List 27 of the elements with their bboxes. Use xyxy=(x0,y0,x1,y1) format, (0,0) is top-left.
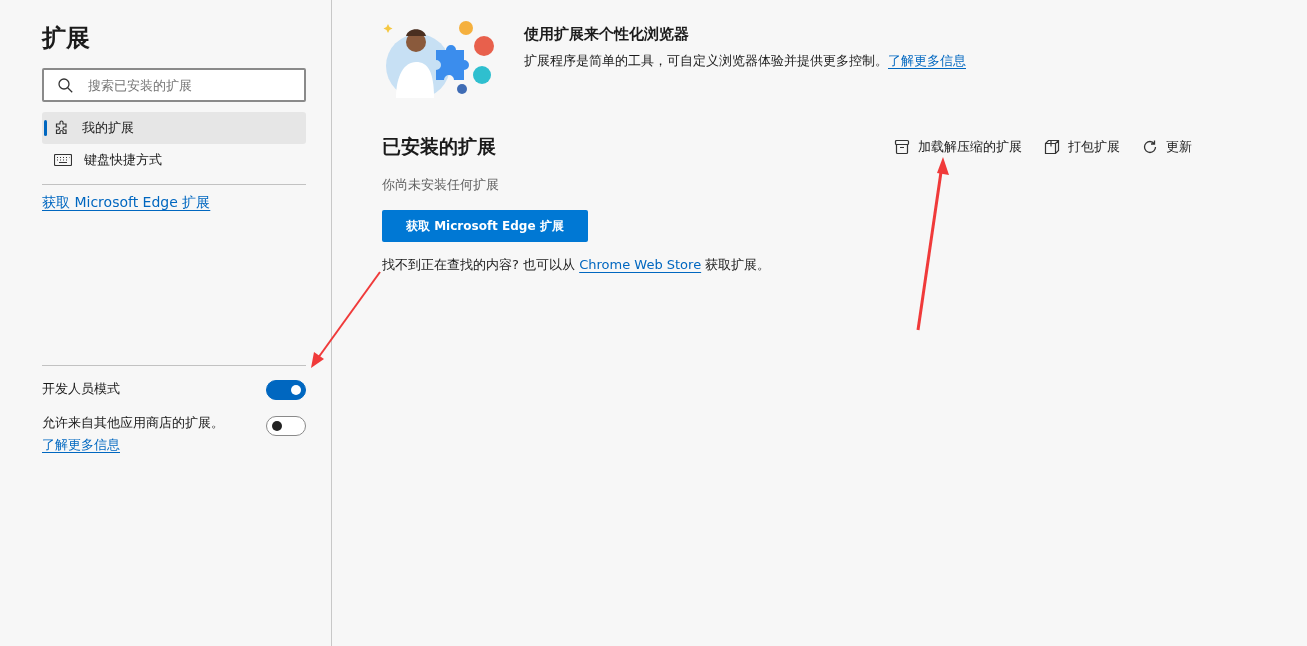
search-field[interactable]: 搜索已安装的扩展 xyxy=(42,68,306,102)
get-extensions-button[interactable]: 获取 Microsoft Edge 扩展 xyxy=(382,210,588,242)
nav-item[interactable]: 键盘快捷方式 xyxy=(42,144,306,176)
toggle-switch[interactable] xyxy=(266,380,306,400)
toolbar-action[interactable]: 打包扩展 xyxy=(1044,138,1120,156)
toggle-switch[interactable] xyxy=(266,416,306,436)
toolbar-action[interactable]: 加载解压缩的扩展 xyxy=(894,138,1022,156)
store-link[interactable]: Chrome Web Store xyxy=(579,257,702,272)
toolbar-action[interactable]: 更新 xyxy=(1142,138,1192,156)
learn-more-link[interactable]: 了解更多信息 xyxy=(888,53,966,68)
store-hint: 找不到正在查找的内容? 也可以从 Chrome Web Store 获取扩展。 xyxy=(382,256,772,274)
package-icon xyxy=(1044,139,1060,155)
nav-item[interactable]: 我的扩展 xyxy=(42,112,306,144)
page-title: 扩展 xyxy=(42,23,91,54)
puzzle-icon xyxy=(54,120,70,136)
toggle-label: 开发人员模式 xyxy=(42,380,120,398)
section-title: 已安装的扩展 xyxy=(382,134,497,159)
learn-more-link[interactable]: 了解更多信息 xyxy=(42,437,120,452)
search-icon xyxy=(58,78,73,93)
toggle-label: 允许来自其他应用商店的扩展。 了解更多信息 xyxy=(42,414,225,454)
banner-text: 扩展程序是简单的工具，可自定义浏览器体验并提供更多控制。了解更多信息 xyxy=(524,52,966,70)
empty-message: 你尚未安装任何扩展 xyxy=(382,176,500,194)
banner-title: 使用扩展来个性化浏览器 xyxy=(524,25,690,44)
keyboard-icon xyxy=(54,154,72,166)
archive-icon xyxy=(894,139,910,155)
get-extensions-link[interactable]: 获取 Microsoft Edge 扩展 xyxy=(42,194,211,212)
refresh-icon xyxy=(1142,139,1158,155)
